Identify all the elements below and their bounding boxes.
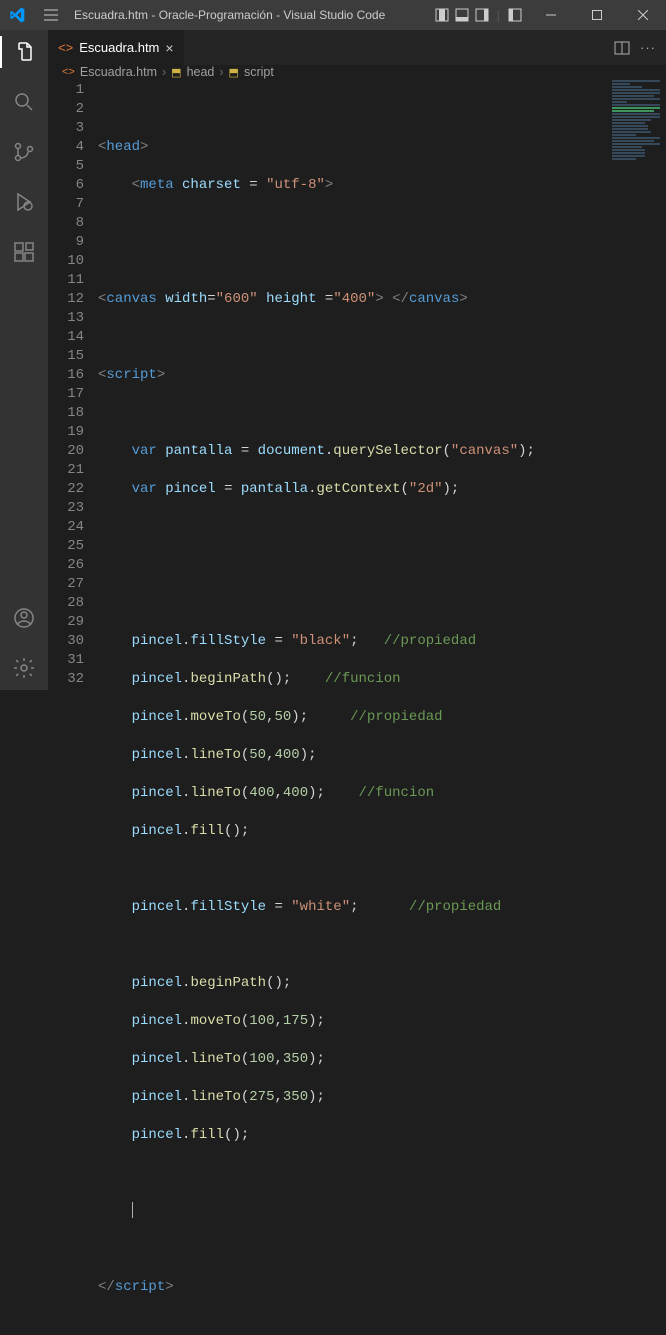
breadcrumb-item[interactable]: script (244, 65, 274, 79)
customize-layout-icon[interactable] (508, 8, 522, 22)
close-button[interactable] (620, 0, 666, 30)
maximize-button[interactable] (574, 0, 620, 30)
vscode-logo-icon (0, 7, 34, 23)
editor-area: <> Escuadra.htm × ··· <> Escuadra.htm › … (48, 30, 666, 690)
layout-centered-icon[interactable] (435, 8, 449, 22)
separator: | (495, 8, 502, 23)
tab-bar: <> Escuadra.htm × ··· (48, 30, 666, 65)
source-control-icon[interactable] (0, 136, 48, 168)
line-gutter: 1234567891011121314151617181920212223242… (48, 79, 98, 1335)
settings-gear-icon[interactable] (0, 652, 48, 684)
accounts-icon[interactable] (0, 602, 48, 634)
split-editor-icon[interactable] (614, 40, 630, 56)
html-file-icon: <> (58, 40, 73, 55)
tab-label: Escuadra.htm (79, 40, 159, 55)
menu-icon[interactable] (34, 7, 68, 23)
minimize-button[interactable] (528, 0, 574, 30)
more-actions-icon[interactable]: ··· (640, 40, 656, 55)
cursor (132, 1202, 133, 1218)
breadcrumb-item[interactable]: head (187, 65, 215, 79)
window-title: Escuadra.htm - Oracle-Programación - Vis… (68, 8, 435, 22)
html-file-icon: <> (62, 66, 75, 78)
minimap[interactable] (606, 79, 666, 259)
tab-escuadra[interactable]: <> Escuadra.htm × (48, 30, 185, 65)
layout-panel-icon[interactable] (455, 8, 469, 22)
title-bar: Escuadra.htm - Oracle-Programación - Vis… (0, 0, 666, 30)
run-debug-icon[interactable] (0, 186, 48, 218)
activity-bar (0, 30, 48, 690)
editor-layout-controls: | (435, 8, 528, 23)
chevron-right-icon: › (162, 65, 166, 79)
code-editor[interactable]: 1234567891011121314151617181920212223242… (48, 79, 666, 1335)
explorer-icon[interactable] (0, 36, 48, 68)
chevron-right-icon: › (219, 65, 223, 79)
breadcrumb[interactable]: <> Escuadra.htm › ⬒ head › ⬒ script (48, 65, 666, 79)
breadcrumb-file[interactable]: Escuadra.htm (80, 65, 157, 79)
search-icon[interactable] (0, 86, 48, 118)
close-tab-icon[interactable]: × (165, 40, 173, 56)
symbol-icon: ⬒ (171, 66, 181, 79)
extensions-icon[interactable] (0, 236, 48, 268)
symbol-icon: ⬒ (229, 66, 239, 79)
code-lines[interactable]: <head> <meta charset = "utf-8"> <canvas … (98, 79, 666, 1335)
layout-side-icon[interactable] (475, 8, 489, 22)
